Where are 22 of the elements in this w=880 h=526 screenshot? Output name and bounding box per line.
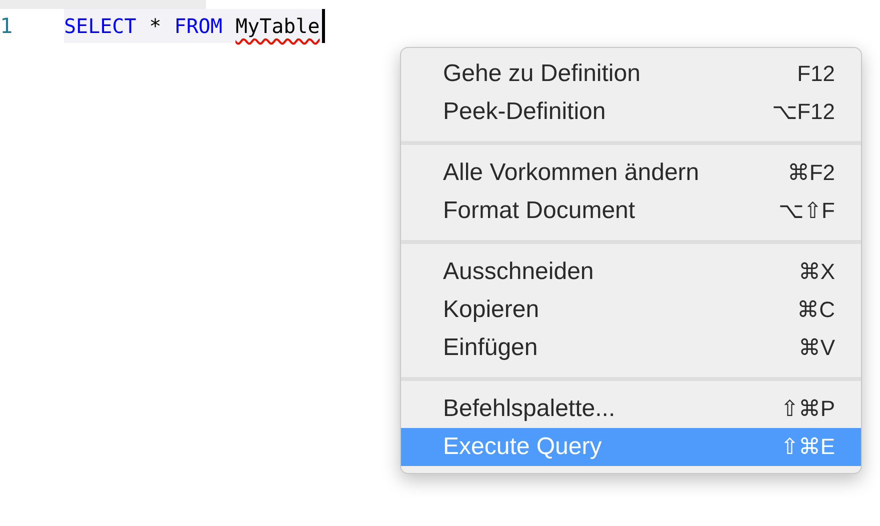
menu-item[interactable]: Format Document ⌥⇧F [401,192,861,230]
menu-item[interactable]: Alle Vorkommen ändern ⌘F2 [401,154,861,192]
shortcut-label: ⌘X [798,259,835,285]
menu-item[interactable]: Gehe zu Definition F12 [401,55,861,93]
shortcut-label: ⌘V [798,335,835,361]
menu-item[interactable]: Befehlspalette... ⇧⌘P [401,390,861,428]
shortcut-label: ⇧⌘E [780,434,835,460]
identifier-token: MyTable [235,14,320,38]
shortcut-label: ⌥⇧F [778,198,835,224]
keyword-token: SELECT [64,14,136,38]
operator-token: * [149,14,162,38]
shortcut-label: ⌥F12 [772,99,835,125]
menu-item[interactable]: Kopieren ⌘C [401,291,861,329]
menu-item[interactable]: Einfügen ⌘V [401,329,861,367]
shortcut-label: ⌘F2 [787,160,835,186]
shortcut-label: ⌘C [797,297,835,323]
shortcut-label: F12 [797,61,835,87]
shortcut-label: ⇧⌘P [780,396,835,422]
menu-item[interactable]: Peek-Definition ⌥F12 [401,93,861,131]
line-number: 1 [0,14,14,38]
keyword-token: FROM [174,14,222,38]
menu-item[interactable]: Ausschneiden ⌘X [401,253,861,291]
